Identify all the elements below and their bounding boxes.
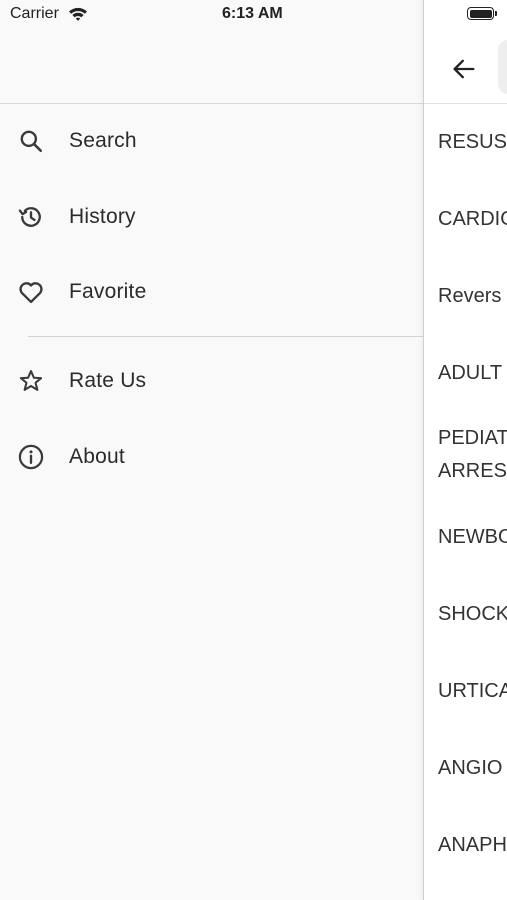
list-item[interactable]: Revers xyxy=(438,280,507,313)
list-item[interactable]: URTICA xyxy=(438,675,507,708)
menu-item-label: Search xyxy=(69,129,137,152)
list-item[interactable]: CARDIO xyxy=(438,203,507,236)
menu-item-label: About xyxy=(69,445,125,468)
star-icon xyxy=(16,366,46,396)
battery-icon xyxy=(467,7,497,20)
menu-item-rate-us[interactable]: Rate Us xyxy=(0,351,424,411)
list-item[interactable]: RESUS xyxy=(438,126,507,159)
list-item[interactable]: ARRES xyxy=(438,455,507,488)
menu-item-favorite[interactable]: Favorite xyxy=(0,262,424,322)
carrier-label: Carrier xyxy=(10,5,59,22)
list-item[interactable]: ANGIO xyxy=(438,752,507,785)
screen: Search History Favorite Rate Us About RE… xyxy=(0,0,507,900)
back-arrow-icon[interactable] xyxy=(450,55,478,83)
heart-icon xyxy=(16,277,46,307)
list-item[interactable]: ADULT xyxy=(438,357,507,390)
info-icon xyxy=(16,442,46,472)
menu-item-history[interactable]: History xyxy=(0,187,424,247)
wifi-icon xyxy=(69,7,87,21)
list-item[interactable]: PEDIAT xyxy=(438,422,507,455)
menu-item-about[interactable]: About xyxy=(0,427,424,487)
menu-item-label: History xyxy=(69,205,136,228)
history-icon xyxy=(16,202,46,232)
menu-item-label: Favorite xyxy=(69,280,147,303)
list-item[interactable]: SHOCK xyxy=(438,598,507,631)
list-item[interactable]: NEWBO xyxy=(438,521,507,554)
menu-divider xyxy=(28,336,424,337)
navigation-drawer: Search History Favorite Rate Us About xyxy=(0,0,424,900)
status-time: 6:13 AM xyxy=(222,5,283,22)
search-field[interactable] xyxy=(498,40,507,94)
menu-item-label: Rate Us xyxy=(69,369,147,392)
menu-item-search[interactable]: Search xyxy=(0,111,424,171)
list-item[interactable]: ANAPH xyxy=(438,829,507,862)
search-icon xyxy=(16,126,46,156)
status-bar: Carrier 6:13 AM xyxy=(0,0,507,30)
content-page: RESUS CARDIO Revers ADULT PEDIAT ARRES N… xyxy=(423,0,507,900)
